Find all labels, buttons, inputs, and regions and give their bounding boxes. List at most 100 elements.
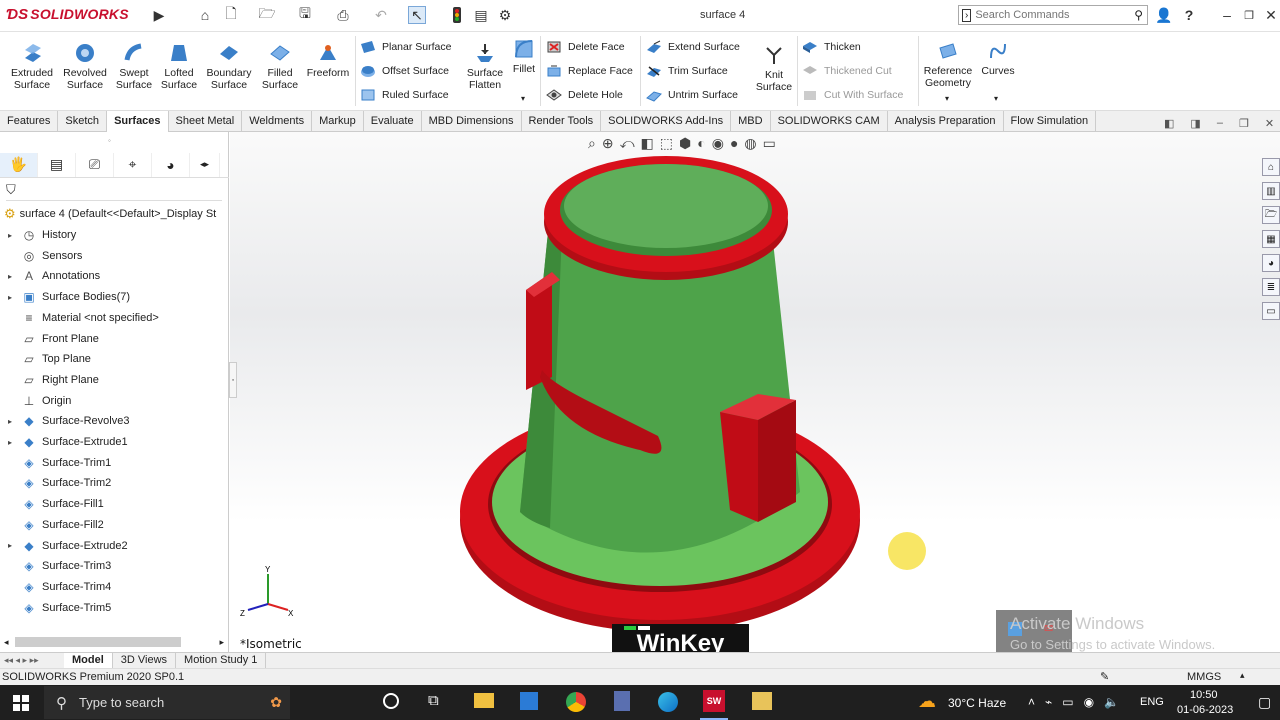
expand-arrow-icon[interactable]: ▸ [8, 438, 18, 447]
reference-geometry-dropdown-icon[interactable]: ▾ [945, 94, 949, 103]
viewport-minimize-icon[interactable]: – [1217, 117, 1223, 130]
expand-arrow-icon[interactable]: ▸ [8, 417, 18, 426]
design-library-icon[interactable]: ▥ [1262, 182, 1280, 200]
viewport-close-icon[interactable]: ✕ [1265, 117, 1274, 130]
extend-surface-button[interactable]: Extend Surface [646, 40, 740, 54]
curves-button[interactable]: Curves [980, 40, 1016, 77]
tree-item[interactable]: ▱ Front Plane [8, 329, 99, 349]
language-indicator[interactable]: ENG [1140, 696, 1164, 708]
unit-system[interactable]: MMGS [1187, 671, 1221, 683]
section-view-icon[interactable]: ◧ [641, 135, 654, 152]
fillet-dropdown-icon[interactable]: ▾ [521, 94, 525, 103]
tray-chevron-icon[interactable]: ˄ [1028, 695, 1035, 709]
freeform-button[interactable]: Freeform [304, 42, 352, 79]
scroll-right-icon[interactable]: ▸ [219, 637, 224, 648]
tree-item[interactable]: ▸ ▣ Surface Bodies(7) [8, 287, 130, 307]
folder-taskbar-icon[interactable] [752, 692, 772, 710]
tab-surfaces[interactable]: Surfaces [107, 111, 169, 132]
tree-item[interactable]: ◈ Surface-Trim5 [8, 598, 111, 618]
cut-with-surface-button[interactable]: Cut With Surface [802, 88, 903, 102]
tree-item[interactable]: ◈ Surface-Trim2 [8, 473, 111, 493]
ruled-surface-button[interactable]: Ruled Surface [360, 88, 449, 102]
weather-text[interactable]: 30°C Haze [948, 696, 1006, 710]
tab-3d-views[interactable]: 3D Views [113, 652, 177, 669]
tab-model[interactable]: Model [64, 652, 113, 669]
tree-item[interactable]: ◈ Surface-Trim3 [8, 556, 111, 576]
tree-root-part[interactable]: ⚙ surface 4 (Default<<Default>_Display S… [4, 206, 226, 222]
revolved-surface-button[interactable]: Revolved Surface [60, 42, 110, 91]
clock-date[interactable]: 01-06-2023 [1177, 704, 1233, 716]
view-settings-icon[interactable]: ▭ [763, 135, 776, 152]
graphics-area[interactable]: Y X Z [230, 132, 1280, 652]
dynamic-annotation-icon[interactable]: ⬚ [660, 135, 673, 152]
solidworks-resources-icon[interactable]: ⌂ [1262, 158, 1280, 176]
featuremanager-tab-icon[interactable]: 🖐 [0, 152, 38, 177]
tree-item[interactable]: ▸ ◆ Surface-Extrude1 [8, 432, 128, 452]
appearances-icon[interactable]: ◕ [1262, 254, 1280, 272]
view-orientation-icon[interactable]: ⬢ [679, 135, 691, 152]
expand-arrow-icon[interactable]: ▸ [8, 272, 18, 281]
solidworks-taskbar-icon[interactable]: SW [703, 690, 725, 712]
lofted-surface-button[interactable]: Lofted Surface [158, 42, 200, 91]
tab-motion-study-1[interactable]: Motion Study 1 [176, 652, 267, 669]
tab-features[interactable]: Features [0, 111, 59, 132]
tree-horizontal-scrollbar[interactable]: ◂ ▸ [4, 635, 224, 649]
viewport-tile-right-icon[interactable]: ◨ [1190, 117, 1200, 130]
planar-surface-button[interactable]: Planar Surface [360, 40, 451, 54]
thicken-button[interactable]: Thicken [802, 40, 861, 54]
edit-appearance-icon[interactable]: ● [730, 135, 738, 152]
options-gear-icon[interactable]: ⚙ [496, 6, 514, 24]
tab-nav-arrows-icon[interactable]: ◂◂ ◂ ▸ ▸▸ [0, 655, 64, 666]
solidworks-logo[interactable]: ƊS SOLIDWORKS [6, 6, 129, 23]
traffic-light-icon[interactable] [448, 6, 466, 24]
viewport-restore-icon[interactable]: ❐ [1239, 117, 1249, 130]
tab-render-tools[interactable]: Render Tools [522, 111, 602, 132]
rebuild-icon[interactable]: ✎ [1100, 670, 1109, 683]
file-explorer-taskbar-icon[interactable] [474, 693, 494, 708]
search-commands-input[interactable] [975, 9, 1116, 21]
undo-icon[interactable]: ↶ [372, 6, 390, 24]
tray-network-icon[interactable]: ◉ [1084, 695, 1094, 709]
close-icon[interactable]: ✕ [1262, 6, 1280, 24]
search-icon[interactable]: ⚲ [1134, 8, 1143, 22]
notification-center-icon[interactable]: ▢ [1258, 694, 1271, 711]
boundary-surface-button[interactable]: Boundary Surface [204, 42, 254, 91]
cortana-icon[interactable] [383, 693, 399, 709]
tree-item[interactable]: ◈ Surface-Trim4 [8, 577, 111, 597]
view-palette-icon[interactable]: ▦ [1262, 230, 1280, 248]
expand-menu-icon[interactable]: ▶ [150, 6, 168, 24]
tab-solidworks-cam[interactable]: SOLIDWORKS CAM [771, 111, 888, 132]
dimxpert-tab-icon[interactable]: ⌖ [114, 152, 152, 177]
reference-geometry-button[interactable]: Reference Geometry [922, 40, 974, 89]
new-document-icon[interactable]: 🗋 [222, 5, 240, 24]
expand-arrow-icon[interactable]: ▸ [8, 293, 18, 302]
scroll-thumb[interactable] [14, 637, 181, 647]
tree-item[interactable]: ◎ Sensors [8, 246, 83, 266]
tree-item[interactable]: ▸ ◆ Surface-Extrude2 [8, 536, 128, 556]
home-icon[interactable]: ⌂ [196, 6, 214, 24]
tree-item[interactable]: ▸ ◷ History [8, 225, 76, 245]
tab-evaluate[interactable]: Evaluate [364, 111, 422, 132]
tab-analysis-preparation[interactable]: Analysis Preparation [888, 111, 1004, 132]
tab-sketch[interactable]: Sketch [58, 111, 108, 132]
fillet-button[interactable]: Fillet [510, 38, 538, 75]
untrim-surface-button[interactable]: Untrim Surface [646, 88, 738, 102]
knit-surface-button[interactable]: Knit Surface [752, 44, 796, 93]
tree-item[interactable]: ▸ A Annotations [8, 266, 100, 286]
trim-surface-button[interactable]: Trim Surface [646, 64, 728, 78]
previous-view-icon[interactable]: ⤺ [620, 135, 635, 152]
thickened-cut-button[interactable]: Thickened Cut [802, 64, 892, 78]
filter-icon[interactable]: ⛉ [6, 182, 16, 198]
hide-show-items-icon[interactable]: ◉ [712, 135, 724, 152]
clock-time[interactable]: 10:50 [1190, 689, 1218, 701]
expand-arrow-icon[interactable]: ▸ [8, 231, 18, 240]
search-commands-box[interactable]: › ⚲ [958, 5, 1148, 25]
delete-face-button[interactable]: Delete Face [546, 40, 625, 54]
propertymanager-tab-icon[interactable]: ▤ [38, 152, 76, 177]
tree-item[interactable]: ◈ Surface-Fill2 [8, 515, 103, 535]
tab-mbd-dimensions[interactable]: MBD Dimensions [422, 111, 522, 132]
select-cursor-icon[interactable]: ↖ [408, 6, 426, 24]
display-style-icon[interactable]: ◐ [697, 135, 705, 152]
tree-item[interactable]: ▱ Right Plane [8, 370, 99, 390]
zoom-to-fit-icon[interactable]: ⌕ [588, 135, 596, 152]
